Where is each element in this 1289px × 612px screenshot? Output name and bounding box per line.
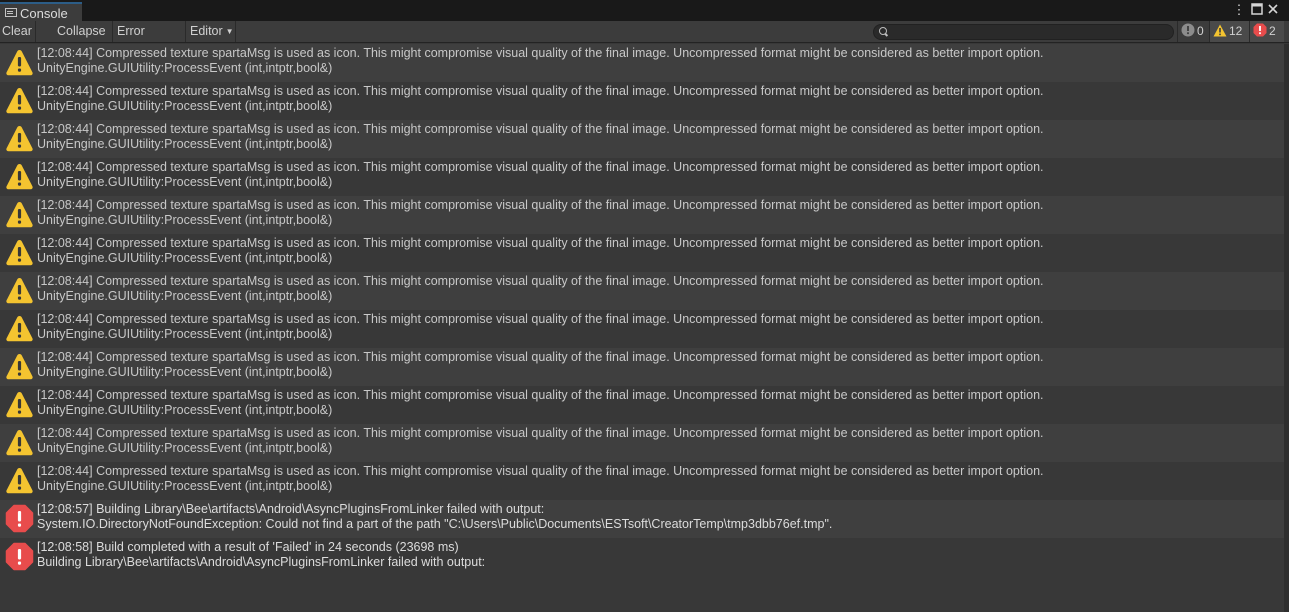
log-message: [12:08:58] Build completed with a result… [37,540,459,554]
log-stacktrace: UnityEngine.GUIUtility:ProcessEvent (int… [37,137,333,151]
log-entry-error[interactable]: [12:08:57] Building Library\Bee\artifact… [0,500,1284,538]
log-entry-warning[interactable]: [12:08:44] Compressed texture spartaMsg … [0,348,1284,386]
collapse-button[interactable]: Collapse [53,21,113,42]
warning-icon [5,314,34,343]
error-count: 2 [1269,24,1276,38]
log-stacktrace: System.IO.DirectoryNotFoundException: Co… [37,517,833,531]
warning-icon [1213,24,1227,37]
log-stacktrace: UnityEngine.GUIUtility:ProcessEvent (int… [37,251,333,265]
log-entry-warning[interactable]: [12:08:44] Compressed texture spartaMsg … [0,272,1284,310]
log-message: [12:08:44] Compressed texture spartaMsg … [37,426,1044,440]
warning-icon [5,124,34,153]
warning-icon [5,352,34,381]
search-input[interactable] [873,24,1174,40]
info-filter-toggle[interactable]: 0 [1177,21,1209,42]
warning-icon [5,162,34,191]
log-entry-warning[interactable]: [12:08:44] Compressed texture spartaMsg … [0,44,1284,82]
clear-button-label: Clear [2,24,32,38]
log-message: [12:08:57] Building Library\Bee\artifact… [37,502,545,516]
info-icon [1181,23,1195,37]
log-entry-error[interactable]: [12:08:58] Build completed with a result… [0,538,1284,576]
log-entry-warning[interactable]: [12:08:44] Compressed texture spartaMsg … [0,82,1284,120]
log-stacktrace: UnityEngine.GUIUtility:ProcessEvent (int… [37,61,333,75]
log-entry-warning[interactable]: [12:08:44] Compressed texture spartaMsg … [0,196,1284,234]
warning-icon [5,466,34,495]
log-message: [12:08:44] Compressed texture spartaMsg … [37,274,1044,288]
log-stacktrace: UnityEngine.GUIUtility:ProcessEvent (int… [37,327,333,341]
log-message: [12:08:44] Compressed texture spartaMsg … [37,236,1044,250]
console-log-list: [12:08:44] Compressed texture spartaMsg … [0,44,1284,612]
log-message: [12:08:44] Compressed texture spartaMsg … [37,312,1044,326]
log-stacktrace: UnityEngine.GUIUtility:ProcessEvent (int… [37,213,333,227]
log-stacktrace: UnityEngine.GUIUtility:ProcessEvent (int… [37,99,333,113]
log-stacktrace: UnityEngine.GUIUtility:ProcessEvent (int… [37,289,333,303]
tab-console-label: Console [20,6,68,21]
log-stacktrace: UnityEngine.GUIUtility:ProcessEvent (int… [37,365,333,379]
log-stacktrace: UnityEngine.GUIUtility:ProcessEvent (int… [37,479,333,493]
log-stacktrace: UnityEngine.GUIUtility:ProcessEvent (int… [37,441,333,455]
log-entry-warning[interactable]: [12:08:44] Compressed texture spartaMsg … [0,234,1284,272]
console-icon [5,8,17,17]
log-entry-warning[interactable]: [12:08:44] Compressed texture spartaMsg … [0,386,1284,424]
window-tab-bar: Console ⋮ [0,0,1289,21]
warning-icon [5,238,34,267]
log-stacktrace: UnityEngine.GUIUtility:ProcessEvent (int… [37,403,333,417]
error-pause-button[interactable]: Error Pause [113,21,186,59]
vertical-scrollbar[interactable] [1284,44,1289,612]
clear-button[interactable]: Clear [0,21,36,42]
warning-filter-toggle[interactable]: 12 [1209,21,1249,42]
maximize-icon[interactable] [1250,3,1264,17]
warning-icon [5,48,34,77]
info-count: 0 [1197,24,1204,38]
log-message: [12:08:44] Compressed texture spartaMsg … [37,46,1044,60]
close-icon[interactable] [1266,3,1280,17]
warning-icon [5,86,34,115]
log-stacktrace: UnityEngine.GUIUtility:ProcessEvent (int… [37,175,333,189]
log-message: [12:08:44] Compressed texture spartaMsg … [37,388,1044,402]
tab-console[interactable]: Console [0,2,82,21]
kebab-menu-icon[interactable]: ⋮ [1232,3,1246,17]
error-icon [1253,23,1267,37]
chevron-down-icon: ▼ [225,27,234,36]
editor-dropdown-label: Editor [190,24,223,38]
log-message: [12:08:44] Compressed texture spartaMsg … [37,160,1044,174]
log-message: [12:08:44] Compressed texture spartaMsg … [37,84,1044,98]
error-icon [5,504,34,533]
collapse-button-label: Collapse [57,24,106,38]
log-entry-warning[interactable]: [12:08:44] Compressed texture spartaMsg … [0,462,1284,500]
log-message: [12:08:44] Compressed texture spartaMsg … [37,464,1044,478]
clear-options-dropdown[interactable] [36,21,53,42]
log-entry-warning[interactable]: [12:08:44] Compressed texture spartaMsg … [0,310,1284,348]
warning-count: 12 [1229,24,1243,38]
error-filter-toggle[interactable]: 2 [1249,21,1284,42]
search-icon [879,27,887,35]
log-message: [12:08:44] Compressed texture spartaMsg … [37,198,1044,212]
log-entry-warning[interactable]: [12:08:44] Compressed texture spartaMsg … [0,158,1284,196]
warning-icon [5,200,34,229]
log-entry-warning[interactable]: [12:08:44] Compressed texture spartaMsg … [0,120,1284,158]
log-message: [12:08:44] Compressed texture spartaMsg … [37,122,1044,136]
log-stacktrace: Building Library\Bee\artifacts\Android\A… [37,555,486,569]
warning-icon [5,428,34,457]
editor-dropdown[interactable]: Editor ▼ [186,21,236,42]
log-message: [12:08:44] Compressed texture spartaMsg … [37,350,1044,364]
warning-icon [5,276,34,305]
error-icon [5,542,34,571]
warning-icon [5,390,34,419]
log-entry-warning[interactable]: [12:08:44] Compressed texture spartaMsg … [0,424,1284,462]
console-toolbar: Clear Collapse Error Pause Editor▼ 0 12 [0,21,1289,59]
